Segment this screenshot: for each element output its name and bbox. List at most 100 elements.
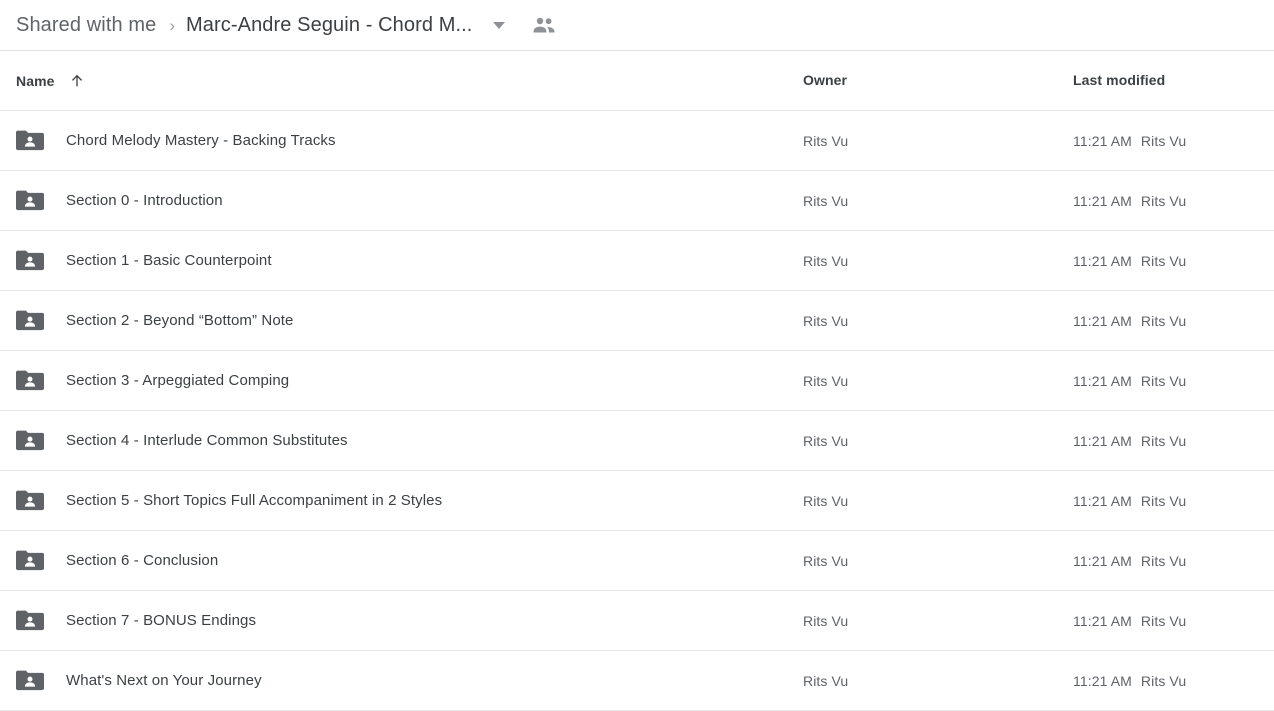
file-name-cell[interactable]: Section 5 - Short Topics Full Accompanim…	[0, 489, 803, 513]
file-list: Chord Melody Mastery - Backing Tracks Ri…	[0, 111, 1274, 711]
file-owner-cell: Rits Vu	[803, 433, 1073, 449]
file-name-cell[interactable]: Section 6 - Conclusion	[0, 549, 803, 573]
file-modified-by-label: Rits Vu	[1140, 312, 1187, 329]
file-name-cell[interactable]: Chord Melody Mastery - Backing Tracks	[0, 129, 803, 153]
file-owner-label: Rits Vu	[803, 492, 849, 509]
file-name-cell[interactable]: Section 2 - Beyond “Bottom” Note	[0, 309, 803, 333]
breadcrumb-current-folder[interactable]: Marc-Andre Seguin - Chord M...	[186, 14, 472, 37]
people-icon[interactable]	[532, 16, 556, 34]
file-owner-label: Rits Vu	[803, 612, 849, 629]
file-last-modified-cell: 11:21 AM Rits Vu	[1073, 613, 1274, 629]
shared-folder-icon	[16, 489, 44, 513]
file-owner-cell: Rits Vu	[803, 133, 1073, 149]
file-modified-by-label: Rits Vu	[1140, 432, 1187, 449]
table-row[interactable]: Section 4 - Interlude Common Substitutes…	[0, 411, 1274, 471]
table-row[interactable]: Section 3 - Arpeggiated Comping Rits Vu …	[0, 351, 1274, 411]
file-owner-label: Rits Vu	[803, 252, 849, 269]
file-list-column-headers: Name Owner Last modified	[0, 51, 1274, 111]
file-name-cell[interactable]: Section 0 - Introduction	[0, 189, 803, 213]
shared-folder-icon	[16, 669, 44, 693]
file-modified-time-label: 11:21 AM	[1073, 252, 1132, 269]
file-last-modified-cell: 11:21 AM Rits Vu	[1073, 313, 1274, 329]
breadcrumb-separator-icon: ›	[169, 15, 176, 35]
file-modified-time-label: 11:21 AM	[1073, 132, 1132, 149]
file-name-label: Section 2 - Beyond “Bottom” Note	[66, 312, 294, 329]
file-modified-time-label: 11:21 AM	[1073, 432, 1132, 449]
table-row[interactable]: Section 5 - Short Topics Full Accompanim…	[0, 471, 1274, 531]
breadcrumb-bar: Shared with me › Marc-Andre Seguin - Cho…	[0, 0, 1274, 51]
table-row[interactable]: What's Next on Your Journey Rits Vu 11:2…	[0, 651, 1274, 711]
file-name-label: Section 7 - BONUS Endings	[66, 612, 257, 629]
file-owner-cell: Rits Vu	[803, 553, 1073, 569]
file-last-modified-cell: 11:21 AM Rits Vu	[1073, 253, 1274, 269]
file-last-modified-cell: 11:21 AM Rits Vu	[1073, 553, 1274, 569]
shared-folder-icon	[16, 429, 44, 453]
file-last-modified-cell: 11:21 AM Rits Vu	[1073, 373, 1274, 389]
shared-folder-icon	[16, 369, 44, 393]
shared-folder-icon	[16, 189, 44, 213]
column-header-last-modified-label: Last modified	[1073, 71, 1166, 88]
file-owner-label: Rits Vu	[803, 132, 849, 149]
column-header-name[interactable]: Name	[0, 73, 803, 89]
file-modified-by-label: Rits Vu	[1140, 672, 1187, 689]
file-modified-time-label: 11:21 AM	[1073, 672, 1132, 689]
file-name-cell[interactable]: Section 4 - Interlude Common Substitutes	[0, 429, 803, 453]
breadcrumb-root-link[interactable]: Shared with me	[16, 14, 156, 37]
table-row[interactable]: Chord Melody Mastery - Backing Tracks Ri…	[0, 111, 1274, 171]
file-name-label: Section 5 - Short Topics Full Accompanim…	[66, 492, 443, 509]
file-name-label: Chord Melody Mastery - Backing Tracks	[66, 132, 336, 149]
file-name-cell[interactable]: What's Next on Your Journey	[0, 669, 803, 693]
file-owner-cell: Rits Vu	[803, 313, 1073, 329]
file-modified-by-label: Rits Vu	[1140, 492, 1187, 509]
shared-folder-icon	[16, 249, 44, 273]
file-modified-by-label: Rits Vu	[1140, 372, 1187, 389]
table-row[interactable]: Section 1 - Basic Counterpoint Rits Vu 1…	[0, 231, 1274, 291]
file-modified-time-label: 11:21 AM	[1073, 372, 1132, 389]
file-name-cell[interactable]: Section 7 - BONUS Endings	[0, 609, 803, 633]
file-modified-time-label: 11:21 AM	[1073, 612, 1132, 629]
file-last-modified-cell: 11:21 AM Rits Vu	[1073, 133, 1274, 149]
file-modified-by-label: Rits Vu	[1140, 132, 1187, 149]
file-name-cell[interactable]: Section 1 - Basic Counterpoint	[0, 249, 803, 273]
shared-folder-icon	[16, 609, 44, 633]
file-owner-label: Rits Vu	[803, 672, 849, 689]
table-row[interactable]: Section 7 - BONUS Endings Rits Vu 11:21 …	[0, 591, 1274, 651]
shared-folder-icon	[16, 549, 44, 573]
column-header-owner[interactable]: Owner	[803, 72, 1073, 90]
shared-folder-icon	[16, 129, 44, 153]
file-modified-time-label: 11:21 AM	[1073, 312, 1132, 329]
file-modified-time-label: 11:21 AM	[1073, 492, 1132, 509]
file-modified-by-label: Rits Vu	[1140, 552, 1187, 569]
file-last-modified-cell: 11:21 AM Rits Vu	[1073, 493, 1274, 509]
column-header-last-modified[interactable]: Last modified	[1073, 72, 1274, 90]
file-modified-time-label: 11:21 AM	[1073, 552, 1132, 569]
file-owner-label: Rits Vu	[803, 432, 849, 449]
file-name-label: Section 6 - Conclusion	[66, 552, 219, 569]
file-name-label: What's Next on Your Journey	[66, 672, 262, 689]
column-header-owner-label: Owner	[803, 71, 848, 88]
chevron-down-icon[interactable]	[493, 21, 506, 29]
table-row[interactable]: Section 6 - Conclusion Rits Vu 11:21 AM …	[0, 531, 1274, 591]
file-owner-cell: Rits Vu	[803, 193, 1073, 209]
file-name-label: Section 1 - Basic Counterpoint	[66, 252, 272, 269]
file-last-modified-cell: 11:21 AM Rits Vu	[1073, 433, 1274, 449]
file-last-modified-cell: 11:21 AM Rits Vu	[1073, 193, 1274, 209]
file-name-label: Section 3 - Arpeggiated Comping	[66, 372, 290, 389]
table-row[interactable]: Section 2 - Beyond “Bottom” Note Rits Vu…	[0, 291, 1274, 351]
file-name-cell[interactable]: Section 3 - Arpeggiated Comping	[0, 369, 803, 393]
file-owner-label: Rits Vu	[803, 192, 849, 209]
file-owner-cell: Rits Vu	[803, 613, 1073, 629]
file-modified-by-label: Rits Vu	[1140, 252, 1187, 269]
file-modified-time-label: 11:21 AM	[1073, 192, 1132, 209]
file-owner-label: Rits Vu	[803, 552, 849, 569]
table-row[interactable]: Section 0 - Introduction Rits Vu 11:21 A…	[0, 171, 1274, 231]
file-modified-by-label: Rits Vu	[1140, 192, 1187, 209]
file-modified-by-label: Rits Vu	[1140, 612, 1187, 629]
file-owner-label: Rits Vu	[803, 312, 849, 329]
file-owner-cell: Rits Vu	[803, 253, 1073, 269]
file-owner-label: Rits Vu	[803, 372, 849, 389]
arrow-up-icon[interactable]	[69, 73, 85, 89]
file-last-modified-cell: 11:21 AM Rits Vu	[1073, 673, 1274, 689]
file-owner-cell: Rits Vu	[803, 493, 1073, 509]
file-name-label: Section 0 - Introduction	[66, 192, 223, 209]
